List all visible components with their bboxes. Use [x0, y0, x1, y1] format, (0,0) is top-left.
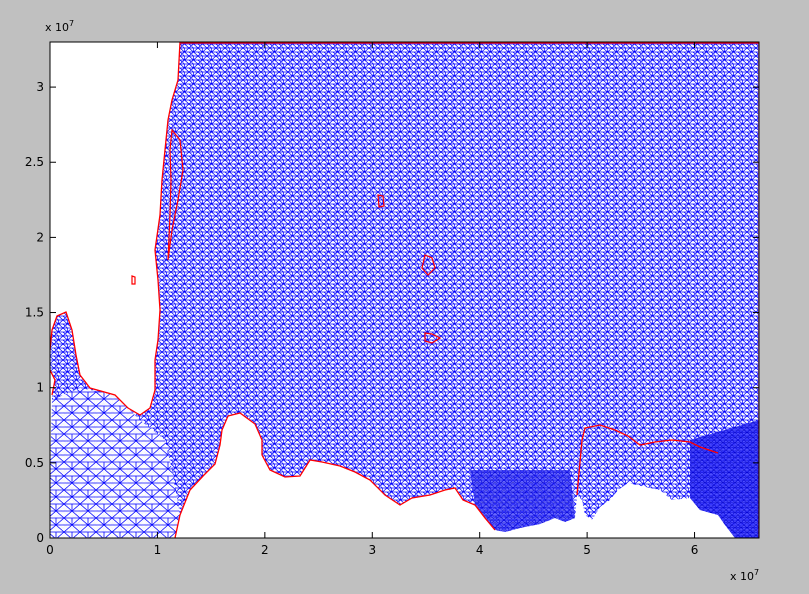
y-tick-label: 2 — [36, 230, 44, 244]
mesh-figure: 0 1 2 3 4 5 6 0 0.5 1 1.5 2 2.5 3 x 107 x 107 — [25, 19, 760, 583]
x-tick-label: 6 — [691, 543, 699, 557]
x-tick-label: 3 — [368, 543, 376, 557]
x-tick-label: 1 — [154, 543, 162, 557]
x-axis-multiplier: x 107 — [730, 568, 759, 583]
x-tick-label: 4 — [476, 543, 484, 557]
x-tick-label: 2 — [261, 543, 269, 557]
y-tick-label: 1.5 — [25, 306, 44, 320]
x-tick-label: 5 — [583, 543, 591, 557]
y-tick-label: 0.5 — [25, 456, 44, 470]
y-tick-label: 0 — [36, 531, 44, 545]
y-tick-label: 2.5 — [25, 155, 44, 169]
y-axis-multiplier: x 107 — [45, 19, 74, 34]
y-tick-label: 1 — [36, 381, 44, 395]
y-tick-label: 3 — [36, 80, 44, 94]
x-tick-label: 0 — [46, 543, 54, 557]
